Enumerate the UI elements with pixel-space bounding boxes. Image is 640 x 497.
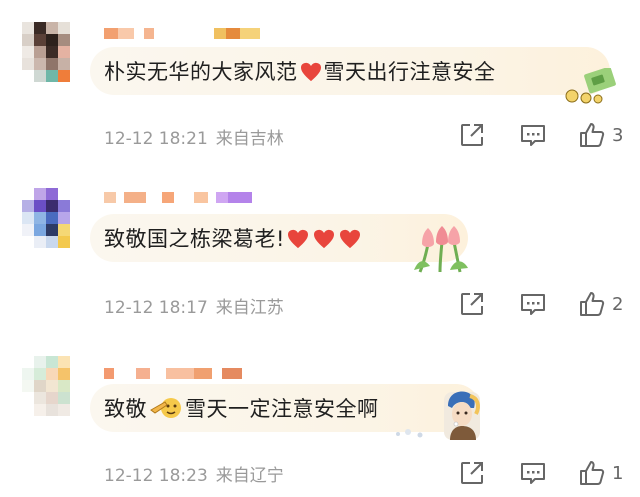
comment-text: 致敬 雪天一定注意安全啊 [90, 393, 379, 423]
comment-time: 12-12 18:23 [104, 466, 208, 486]
comment-item: 致敬 雪天一定注意安全啊 12-12 18:23 来自辽宁 1 [0, 0, 640, 497]
like-button[interactable]: 1 [578, 458, 623, 488]
salute-emoji-icon [150, 398, 181, 418]
comment-location: 来自辽宁 [215, 466, 284, 486]
share-icon [461, 462, 483, 484]
pearl-earring-girl-sticker-icon [396, 391, 480, 440]
thumbs-up-icon [580, 461, 605, 485]
share-button[interactable] [459, 458, 485, 488]
avatar[interactable] [22, 356, 82, 416]
comment-meta: 12-12 18:23 来自辽宁 [104, 461, 284, 486]
comment-text-part: 致敬 [104, 397, 147, 421]
comment-actions: 1 [455, 458, 635, 488]
comment-icon [521, 463, 545, 484]
comment-text-part: 雪天一定注意安全啊 [185, 397, 379, 421]
comment-button[interactable] [519, 458, 547, 488]
like-count: 1 [612, 462, 624, 484]
